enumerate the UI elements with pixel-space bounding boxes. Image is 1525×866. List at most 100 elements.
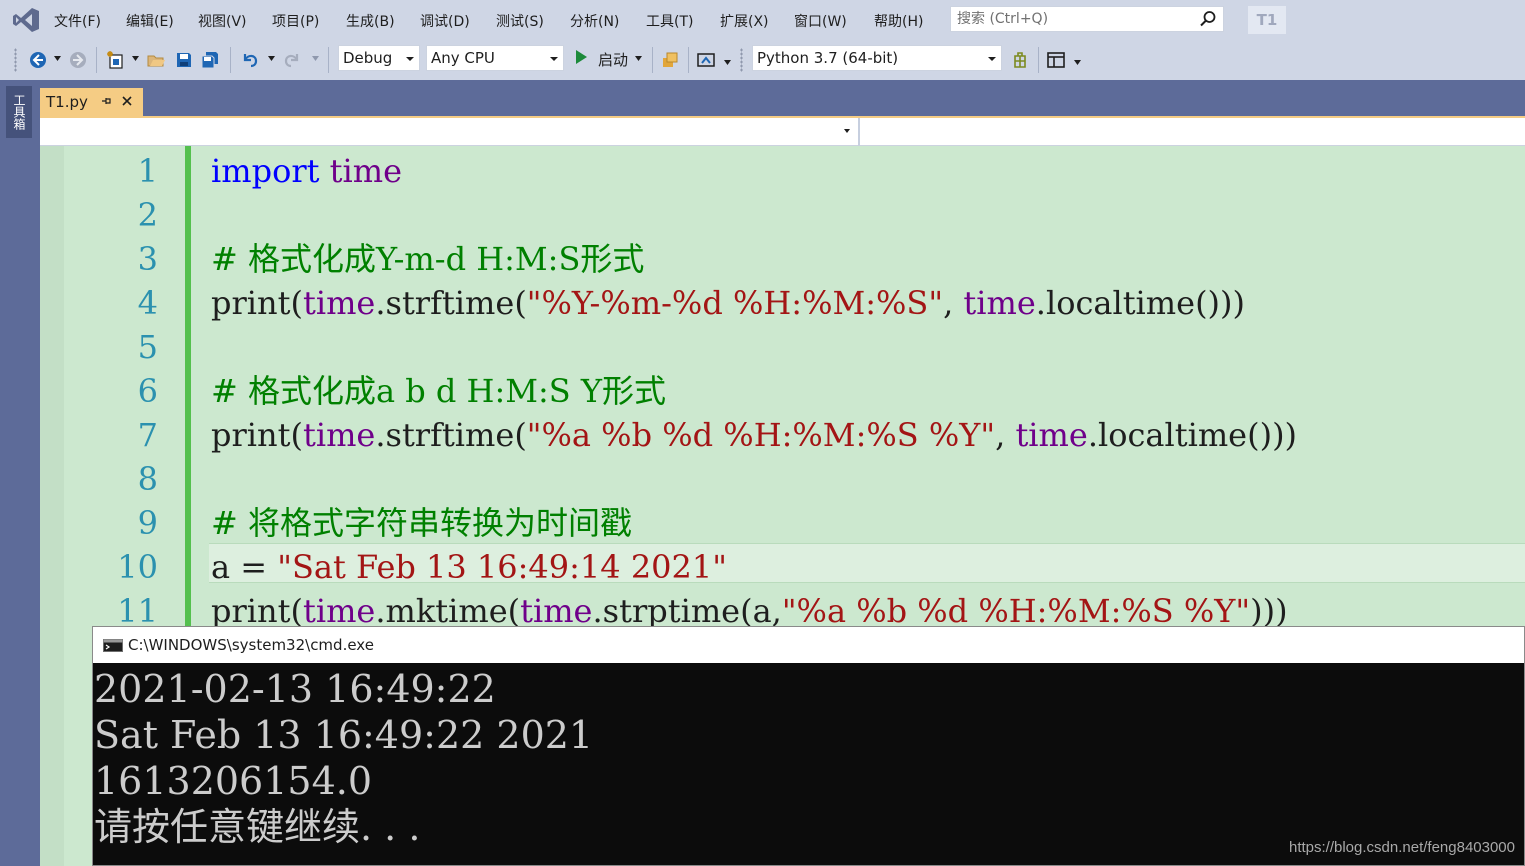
toolbox-strip: 工具箱 xyxy=(0,82,40,866)
start-button[interactable]: 启动 xyxy=(574,45,648,71)
menu-tools[interactable]: 工具(T) xyxy=(646,11,693,31)
console-title: C:\WINDOWS\system32\cmd.exe xyxy=(128,636,374,654)
start-dropdown-icon[interactable] xyxy=(635,56,642,61)
line-number: 7 xyxy=(137,416,158,454)
chevron-down-icon[interactable] xyxy=(844,129,850,133)
line-number: 3 xyxy=(137,240,158,278)
console-window[interactable]: C:\WINDOWS\system32\cmd.exe 2021-02-13 1… xyxy=(92,626,1525,866)
menu-project[interactable]: 项目(P) xyxy=(272,11,319,31)
back-dropdown-icon[interactable] xyxy=(54,56,61,61)
console-titlebar[interactable]: C:\WINDOWS\system32\cmd.exe xyxy=(93,627,1524,663)
toolbar-separator xyxy=(230,47,231,73)
open-folder-icon[interactable] xyxy=(146,50,166,70)
code-token: .localtime())) xyxy=(1035,284,1245,322)
line-number: 8 xyxy=(137,460,158,498)
toolbar-grip[interactable] xyxy=(14,48,17,72)
redo-icon[interactable] xyxy=(282,50,302,70)
code-token: , xyxy=(995,416,1016,454)
save-all-icon[interactable] xyxy=(200,50,220,70)
code-token: print( xyxy=(211,592,303,630)
code-string: "%Y-%m-%d %H:%M:%S" xyxy=(526,284,944,322)
code-string: "Sat Feb 13 16:49:14 2021" xyxy=(277,548,727,586)
vs-logo-icon[interactable] xyxy=(12,6,40,34)
search-box[interactable] xyxy=(950,6,1224,32)
back-icon[interactable] xyxy=(28,50,48,70)
configuration-value: Debug xyxy=(343,49,393,67)
watermark: https://blog.csdn.net/feng8403000 xyxy=(1288,839,1515,856)
code-line[interactable]: # 格式化成Y-m-d H:M:S形式 xyxy=(211,237,644,281)
search-icon[interactable] xyxy=(1199,10,1217,28)
code-line[interactable]: # 格式化成a b d H:M:S Y形式 xyxy=(211,369,666,413)
undo-dropdown-icon[interactable] xyxy=(268,56,275,61)
forward-icon[interactable] xyxy=(68,50,88,70)
menu-extensions[interactable]: 扩展(X) xyxy=(720,11,769,31)
menu-bar: 文件(F) 编辑(E) 视图(V) 项目(P) 生成(B) 调试(D) 测试(S… xyxy=(0,0,1525,42)
search-input[interactable] xyxy=(957,10,1187,28)
menu-view[interactable]: 视图(V) xyxy=(198,11,247,31)
code-keyword: import xyxy=(211,152,320,190)
code-module: time xyxy=(963,284,1036,322)
navigation-bar[interactable] xyxy=(40,118,1525,146)
undo-icon[interactable] xyxy=(240,50,260,70)
menu-window[interactable]: 窗口(W) xyxy=(794,11,847,31)
configuration-dropdown[interactable]: Debug xyxy=(338,45,420,71)
code-line[interactable]: a = "Sat Feb 13 16:49:14 2021" xyxy=(211,545,727,589)
standard-toolbar: Debug Any CPU 启动 Python 3.7 (64-bit) xyxy=(0,42,1525,80)
close-icon[interactable] xyxy=(121,95,133,107)
menu-file[interactable]: 文件(F) xyxy=(54,11,101,31)
layout-icon[interactable] xyxy=(1046,50,1066,70)
extension-icon[interactable] xyxy=(1010,50,1030,70)
python-environment-value: Python 3.7 (64-bit) xyxy=(757,49,899,67)
code-token: print( xyxy=(211,416,303,454)
code-token: print( xyxy=(211,284,303,322)
pin-icon[interactable] xyxy=(100,95,112,107)
menu-debug[interactable]: 调试(D) xyxy=(420,11,470,31)
new-project-dropdown-icon[interactable] xyxy=(132,56,139,61)
tab-label: T1.py xyxy=(46,93,88,111)
toolbar-separator xyxy=(328,47,329,73)
browser-link-icon[interactable] xyxy=(696,50,716,70)
code-module: time xyxy=(302,416,376,454)
new-project-icon[interactable] xyxy=(106,50,126,70)
menu-analyze[interactable]: 分析(N) xyxy=(570,11,619,31)
console-output-line: 2021-02-13 16:49:22 xyxy=(94,667,496,711)
code-line[interactable]: print(time.strftime("%a %b %d %H:%M:%S %… xyxy=(211,413,1297,457)
menu-edit[interactable]: 编辑(E) xyxy=(126,11,174,31)
code-token: .strptime(a, xyxy=(592,592,782,630)
code-module: time xyxy=(302,284,376,322)
console-output-line: Sat Feb 13 16:49:22 2021 xyxy=(94,713,594,757)
code-module: time xyxy=(520,592,593,630)
layout-dropdown-icon[interactable] xyxy=(1074,60,1081,65)
play-icon xyxy=(576,50,587,64)
code-line[interactable]: import time xyxy=(211,149,402,193)
line-number: 9 xyxy=(137,504,158,542)
document-tab-strip: T1.py xyxy=(40,82,1525,116)
code-token: , xyxy=(943,284,964,322)
line-number: 2 xyxy=(137,196,158,234)
python-environment-dropdown[interactable]: Python 3.7 (64-bit) xyxy=(752,45,1002,71)
menu-help[interactable]: 帮助(H) xyxy=(874,11,923,31)
code-line[interactable]: print(time.strftime("%Y-%m-%d %H:%M:%S",… xyxy=(211,281,1245,325)
toolbox-tab[interactable]: 工具箱 xyxy=(6,86,32,138)
toolbar-grip[interactable] xyxy=(740,48,743,72)
code-token: .strftime( xyxy=(375,416,527,454)
save-icon[interactable] xyxy=(174,50,194,70)
start-label: 启动 xyxy=(598,51,629,69)
code-module: time xyxy=(329,152,403,190)
code-module: time xyxy=(1015,416,1088,454)
code-line[interactable]: # 将格式字符串转换为时间戳 xyxy=(211,501,632,545)
overflow-dropdown-icon[interactable] xyxy=(724,60,731,65)
redo-dropdown-icon[interactable] xyxy=(312,56,319,61)
code-comment: # 格式化成Y-m-d H:M:S形式 xyxy=(211,240,645,278)
menu-test[interactable]: 测试(S) xyxy=(496,11,544,31)
line-number: 10 xyxy=(117,548,158,586)
navigation-bar-splitter[interactable] xyxy=(858,118,860,146)
solution-badge[interactable]: T1 xyxy=(1248,6,1286,34)
tab-t1-py[interactable]: T1.py xyxy=(40,88,143,116)
find-in-files-icon[interactable] xyxy=(660,50,680,70)
menu-build[interactable]: 生成(B) xyxy=(346,11,395,31)
chevron-down-icon xyxy=(406,57,414,61)
code-module: time xyxy=(302,592,376,630)
code-comment: # 将格式字符串转换为时间戳 xyxy=(211,504,632,542)
platform-dropdown[interactable]: Any CPU xyxy=(426,45,564,71)
